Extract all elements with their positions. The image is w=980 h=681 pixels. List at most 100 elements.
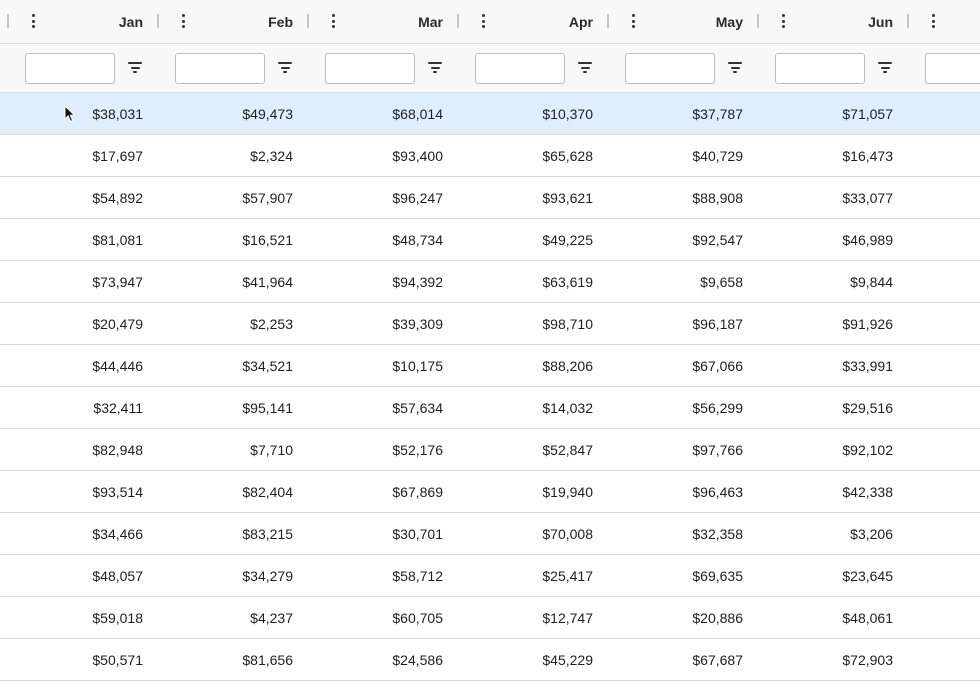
column-resize-handle[interactable] — [757, 14, 759, 28]
table-cell-mar[interactable]: $67,869 — [323, 471, 443, 513]
table-cell-feb[interactable]: $82,404 — [173, 471, 293, 513]
table-cell-feb[interactable]: $49,473 — [173, 93, 293, 135]
column-menu-icon[interactable] — [779, 12, 789, 30]
table-cell-mar[interactable]: $94,392 — [323, 261, 443, 303]
table-cell-jun[interactable]: $33,991 — [773, 345, 893, 387]
table-cell-mar[interactable]: $30,701 — [323, 513, 443, 555]
column-menu-icon[interactable] — [29, 12, 39, 30]
table-cell-may[interactable]: $88,908 — [623, 177, 743, 219]
table-cell-mar[interactable]: $57,634 — [323, 387, 443, 429]
table-cell-feb[interactable]: $95,141 — [173, 387, 293, 429]
table-cell-jan[interactable]: $34,466 — [23, 513, 143, 555]
table-cell-jan[interactable]: $32,411 — [23, 387, 143, 429]
column-resize-handle[interactable] — [157, 14, 159, 28]
filter-input-mar[interactable] — [325, 53, 415, 84]
table-row[interactable]: $73,947 $41,964 $94,392 $63,619 $9,658 $9,844 — [0, 261, 980, 303]
table-cell-apr[interactable]: $25,417 — [473, 555, 593, 597]
table-cell-jun[interactable]: $92,102 — [773, 429, 893, 471]
table-cell-jun[interactable]: $71,057 — [773, 93, 893, 135]
table-cell-jan[interactable]: $81,081 — [23, 219, 143, 261]
table-row[interactable]: $54,892 $57,907 $96,247 $93,621 $88,908 $33,0… — [0, 177, 980, 219]
table-cell-may[interactable]: $97,766 — [623, 429, 743, 471]
filter-input-jan[interactable] — [25, 53, 115, 84]
table-row[interactable]: $20,479 $2,253 $39,309 $98,710 $96,187 $91,92… — [0, 303, 980, 345]
table-cell-apr[interactable]: $88,206 — [473, 345, 593, 387]
table-cell-feb[interactable]: $83,215 — [173, 513, 293, 555]
table-cell-may[interactable]: $69,635 — [623, 555, 743, 597]
table-cell-may[interactable]: $92,547 — [623, 219, 743, 261]
table-cell-apr[interactable]: $45,229 — [473, 639, 593, 681]
table-cell-jan[interactable]: $44,446 — [23, 345, 143, 387]
table-cell-feb[interactable]: $2,253 — [173, 303, 293, 345]
table-cell-apr[interactable]: $10,370 — [473, 93, 593, 135]
table-cell-jan[interactable]: $54,892 — [23, 177, 143, 219]
table-cell-may[interactable]: $67,066 — [623, 345, 743, 387]
filter-icon[interactable] — [877, 61, 893, 75]
column-resize-handle[interactable] — [607, 14, 609, 28]
table-cell-jan[interactable]: $73,947 — [23, 261, 143, 303]
table-cell-mar[interactable]: $52,176 — [323, 429, 443, 471]
filter-icon[interactable] — [727, 61, 743, 75]
column-resize-handle[interactable] — [907, 14, 909, 28]
column-header-apr[interactable]: Apr — [513, 0, 593, 44]
table-row[interactable]: $93,514 $82,404 $67,869 $19,940 $96,463 $42,3… — [0, 471, 980, 513]
filter-icon[interactable] — [127, 61, 143, 75]
table-cell-jan[interactable]: $93,514 — [23, 471, 143, 513]
table-cell-may[interactable]: $67,687 — [623, 639, 743, 681]
table-cell-jun[interactable]: $23,645 — [773, 555, 893, 597]
column-resize-handle[interactable] — [307, 14, 309, 28]
table-cell-mar[interactable]: $93,400 — [323, 135, 443, 177]
table-cell-feb[interactable]: $34,279 — [173, 555, 293, 597]
column-menu-icon[interactable] — [929, 12, 939, 30]
table-cell-jun[interactable]: $33,077 — [773, 177, 893, 219]
table-cell-mar[interactable]: $48,734 — [323, 219, 443, 261]
column-menu-icon[interactable] — [179, 12, 189, 30]
table-cell-apr[interactable]: $12,747 — [473, 597, 593, 639]
table-cell-may[interactable]: $32,358 — [623, 513, 743, 555]
table-cell-jan[interactable]: $59,018 — [23, 597, 143, 639]
table-cell-feb[interactable]: $7,710 — [173, 429, 293, 471]
table-cell-jun[interactable]: $48,061 — [773, 597, 893, 639]
table-row[interactable]: $38,031 $49,473 $68,014 $10,370 $37,787 $71,0… — [0, 93, 980, 135]
table-cell-jun[interactable]: $72,903 — [773, 639, 893, 681]
table-row[interactable]: $17,697 $2,324 $93,400 $65,628 $40,729 $16,47… — [0, 135, 980, 177]
table-cell-feb[interactable]: $2,324 — [173, 135, 293, 177]
table-cell-feb[interactable]: $34,521 — [173, 345, 293, 387]
filter-input-may[interactable] — [625, 53, 715, 84]
table-cell-jun[interactable]: $91,926 — [773, 303, 893, 345]
filter-icon[interactable] — [277, 61, 293, 75]
column-menu-icon[interactable] — [479, 12, 489, 30]
table-row[interactable]: $32,411 $95,141 $57,634 $14,032 $56,299 $29,5… — [0, 387, 980, 429]
table-cell-apr[interactable]: $49,225 — [473, 219, 593, 261]
table-cell-mar[interactable]: $24,586 — [323, 639, 443, 681]
filter-icon[interactable] — [427, 61, 443, 75]
table-row[interactable]: $59,018 $4,237 $60,705 $12,747 $20,886 $48,06… — [0, 597, 980, 639]
table-cell-feb[interactable]: $81,656 — [173, 639, 293, 681]
table-cell-mar[interactable]: $68,014 — [323, 93, 443, 135]
column-header-jan[interactable]: Jan — [63, 0, 143, 44]
table-cell-jan[interactable]: $20,479 — [23, 303, 143, 345]
table-cell-mar[interactable]: $58,712 — [323, 555, 443, 597]
filter-input-next[interactable] — [925, 53, 980, 84]
column-header-feb[interactable]: Feb — [213, 0, 293, 44]
table-row[interactable]: $82,948 $7,710 $52,176 $52,847 $97,766 $92,10… — [0, 429, 980, 471]
table-cell-may[interactable]: $96,463 — [623, 471, 743, 513]
table-cell-apr[interactable]: $14,032 — [473, 387, 593, 429]
column-resize-handle[interactable] — [457, 14, 459, 28]
table-row[interactable]: $81,081 $16,521 $48,734 $49,225 $92,547 $46,9… — [0, 219, 980, 261]
table-cell-may[interactable]: $20,886 — [623, 597, 743, 639]
table-row[interactable]: $50,571 $81,656 $24,586 $45,229 $67,687 $72,9… — [0, 639, 980, 681]
table-cell-jan[interactable]: $50,571 — [23, 639, 143, 681]
table-row[interactable]: $44,446 $34,521 $10,175 $88,206 $67,066 $33,9… — [0, 345, 980, 387]
column-header-jun[interactable]: Jun — [813, 0, 893, 44]
table-cell-may[interactable]: $9,658 — [623, 261, 743, 303]
column-menu-icon[interactable] — [629, 12, 639, 30]
column-resize-handle[interactable] — [7, 14, 9, 28]
table-cell-mar[interactable]: $96,247 — [323, 177, 443, 219]
table-cell-feb[interactable]: $4,237 — [173, 597, 293, 639]
table-cell-apr[interactable]: $98,710 — [473, 303, 593, 345]
table-cell-mar[interactable]: $10,175 — [323, 345, 443, 387]
table-cell-apr[interactable]: $65,628 — [473, 135, 593, 177]
table-cell-jun[interactable]: $29,516 — [773, 387, 893, 429]
table-cell-mar[interactable]: $60,705 — [323, 597, 443, 639]
